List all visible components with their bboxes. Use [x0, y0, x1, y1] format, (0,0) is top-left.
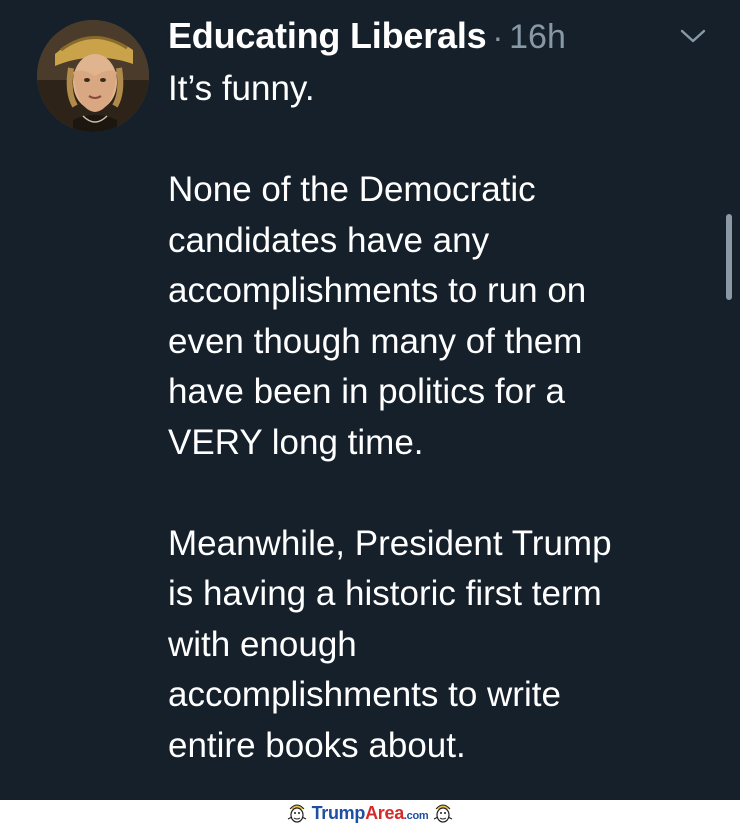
tweet-text-line: candidates have any — [168, 220, 490, 260]
timestamp[interactable]: 16h — [509, 18, 566, 57]
watermark-text: TrumpArea.com — [312, 803, 429, 824]
tweet-text-line: accomplishments to run on — [168, 271, 587, 310]
tweet-card[interactable]: Educating Liberals · 16h It’s funny. Non… — [0, 0, 740, 800]
tweet-text-line: VERY long time. — [168, 422, 424, 462]
watermark-word-1: Trump — [311, 802, 366, 823]
tweet-text-line: have been in politics for a — [168, 372, 565, 411]
watermark-word-2: Area — [365, 802, 404, 823]
tweet-text: It’s funny. None of the Democratic candi… — [168, 64, 708, 771]
tweet-text-line: entire books about. — [168, 725, 466, 765]
scrollbar[interactable] — [726, 214, 732, 300]
watermark-suffix: .com — [403, 809, 429, 822]
separator-dot: · — [492, 19, 504, 55]
tweet-text-line: It’s funny. — [168, 69, 315, 108]
tweet-text-line: Meanwhile, President Trump — [168, 523, 612, 563]
tweet-header: Educating Liberals · 16h — [168, 15, 566, 61]
paragraph-break — [168, 115, 708, 166]
cartoon-face-icon — [434, 804, 453, 823]
avatar[interactable] — [37, 20, 149, 132]
author-name[interactable]: Educating Liberals — [168, 15, 487, 57]
cartoon-face-icon — [287, 804, 306, 823]
chevron-down-icon[interactable] — [679, 27, 707, 45]
tweet-text-line: accomplishments to write — [168, 675, 561, 714]
tweet-text-line: even though many of them — [168, 321, 583, 361]
tweet-text-line: None of the Democratic — [168, 170, 536, 209]
avatar-photo — [37, 20, 149, 132]
paragraph-break — [168, 468, 708, 519]
watermark: TrumpArea.com — [0, 800, 740, 826]
tweet-text-line: with enough — [168, 624, 357, 664]
tweet-text-line: is having a historic first term — [168, 574, 602, 613]
